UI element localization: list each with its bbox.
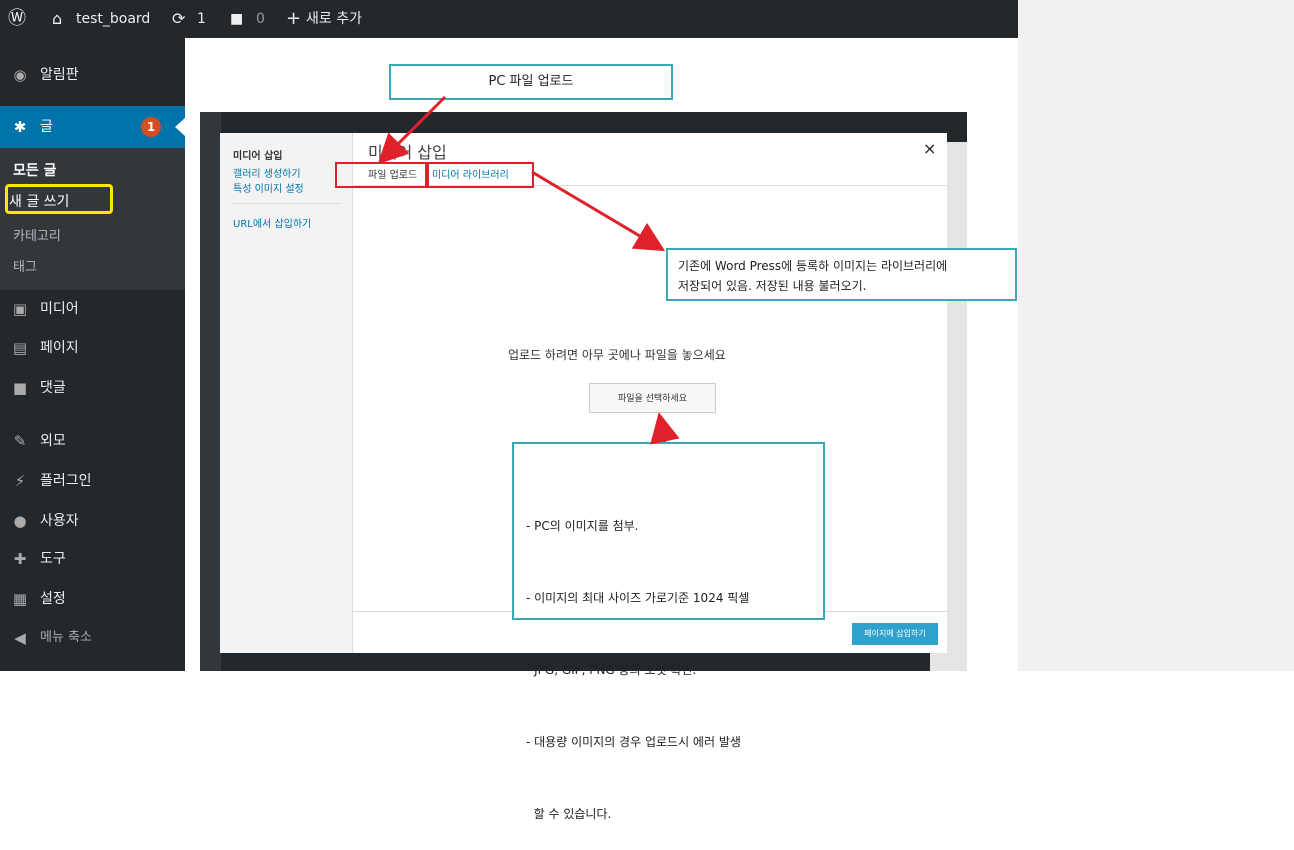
arrow-to-library-note [531,170,666,252]
upload-note-item: 할 수 있습니다. [526,807,612,821]
upload-note-item: - 대용량 이미지의 경우 업로드시 에러 발생 [526,735,741,749]
arrow-to-upload-tab [377,95,447,165]
annotation-arrows [377,95,680,445]
arrow-to-select-button [650,412,680,445]
